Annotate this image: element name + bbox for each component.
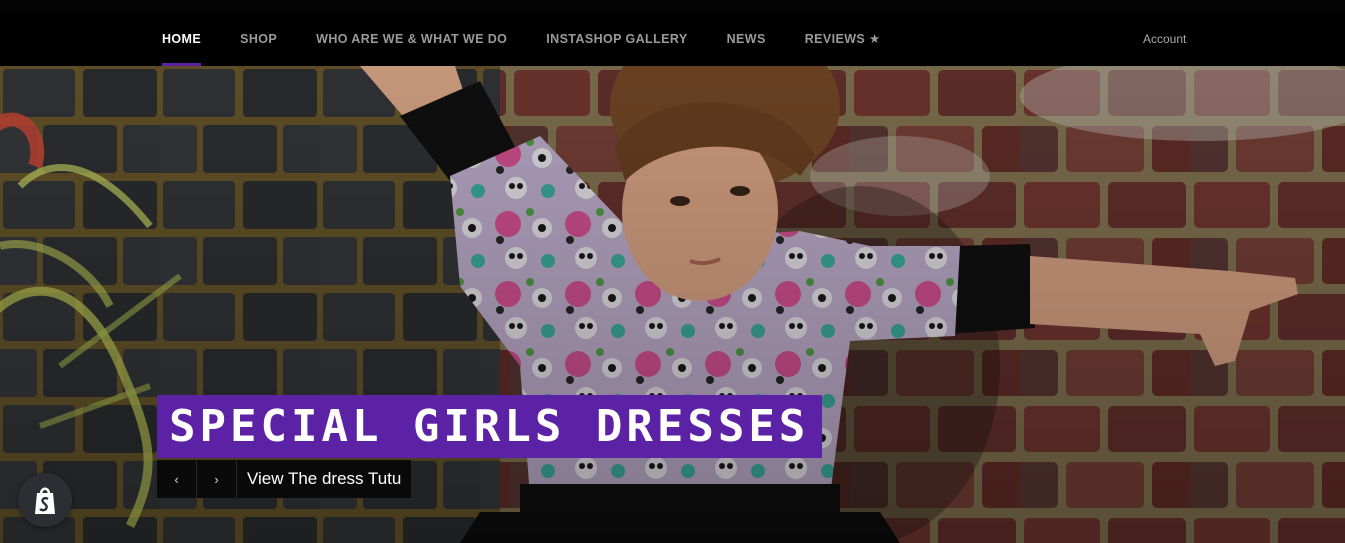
slide-controls: ‹ › View The dress Tutu — [157, 460, 412, 498]
nav-reviews[interactable]: REVIEWS ★ — [805, 12, 881, 66]
main-nav: HOME SHOP WHO ARE WE & WHAT WE DO INSTAS… — [162, 12, 920, 66]
nav-shop[interactable]: SHOP — [240, 12, 277, 66]
view-product-link[interactable]: View The dress Tutu — [237, 460, 412, 498]
nav-news[interactable]: NEWS — [727, 12, 766, 66]
shopify-bag-icon[interactable] — [18, 473, 72, 527]
slide-title: SPECIAL GIRLS DRESSES — [157, 395, 823, 458]
chevron-right-icon[interactable]: › — [197, 460, 237, 498]
top-navigation-bar: HOME SHOP WHO ARE WE & WHAT WE DO INSTAS… — [0, 0, 1345, 66]
chevron-left-icon[interactable]: ‹ — [157, 460, 197, 498]
account-link[interactable]: Account — [1143, 12, 1186, 66]
hero-slideshow: SPECIAL GIRLS DRESSES ‹ › View The dress… — [0, 66, 1345, 543]
nav-home[interactable]: HOME — [162, 12, 202, 66]
nav-who-are-we[interactable]: WHO ARE WE & WHAT WE DO — [316, 12, 507, 66]
nav-instashop-gallery[interactable]: INSTASHOP GALLERY — [546, 12, 687, 66]
